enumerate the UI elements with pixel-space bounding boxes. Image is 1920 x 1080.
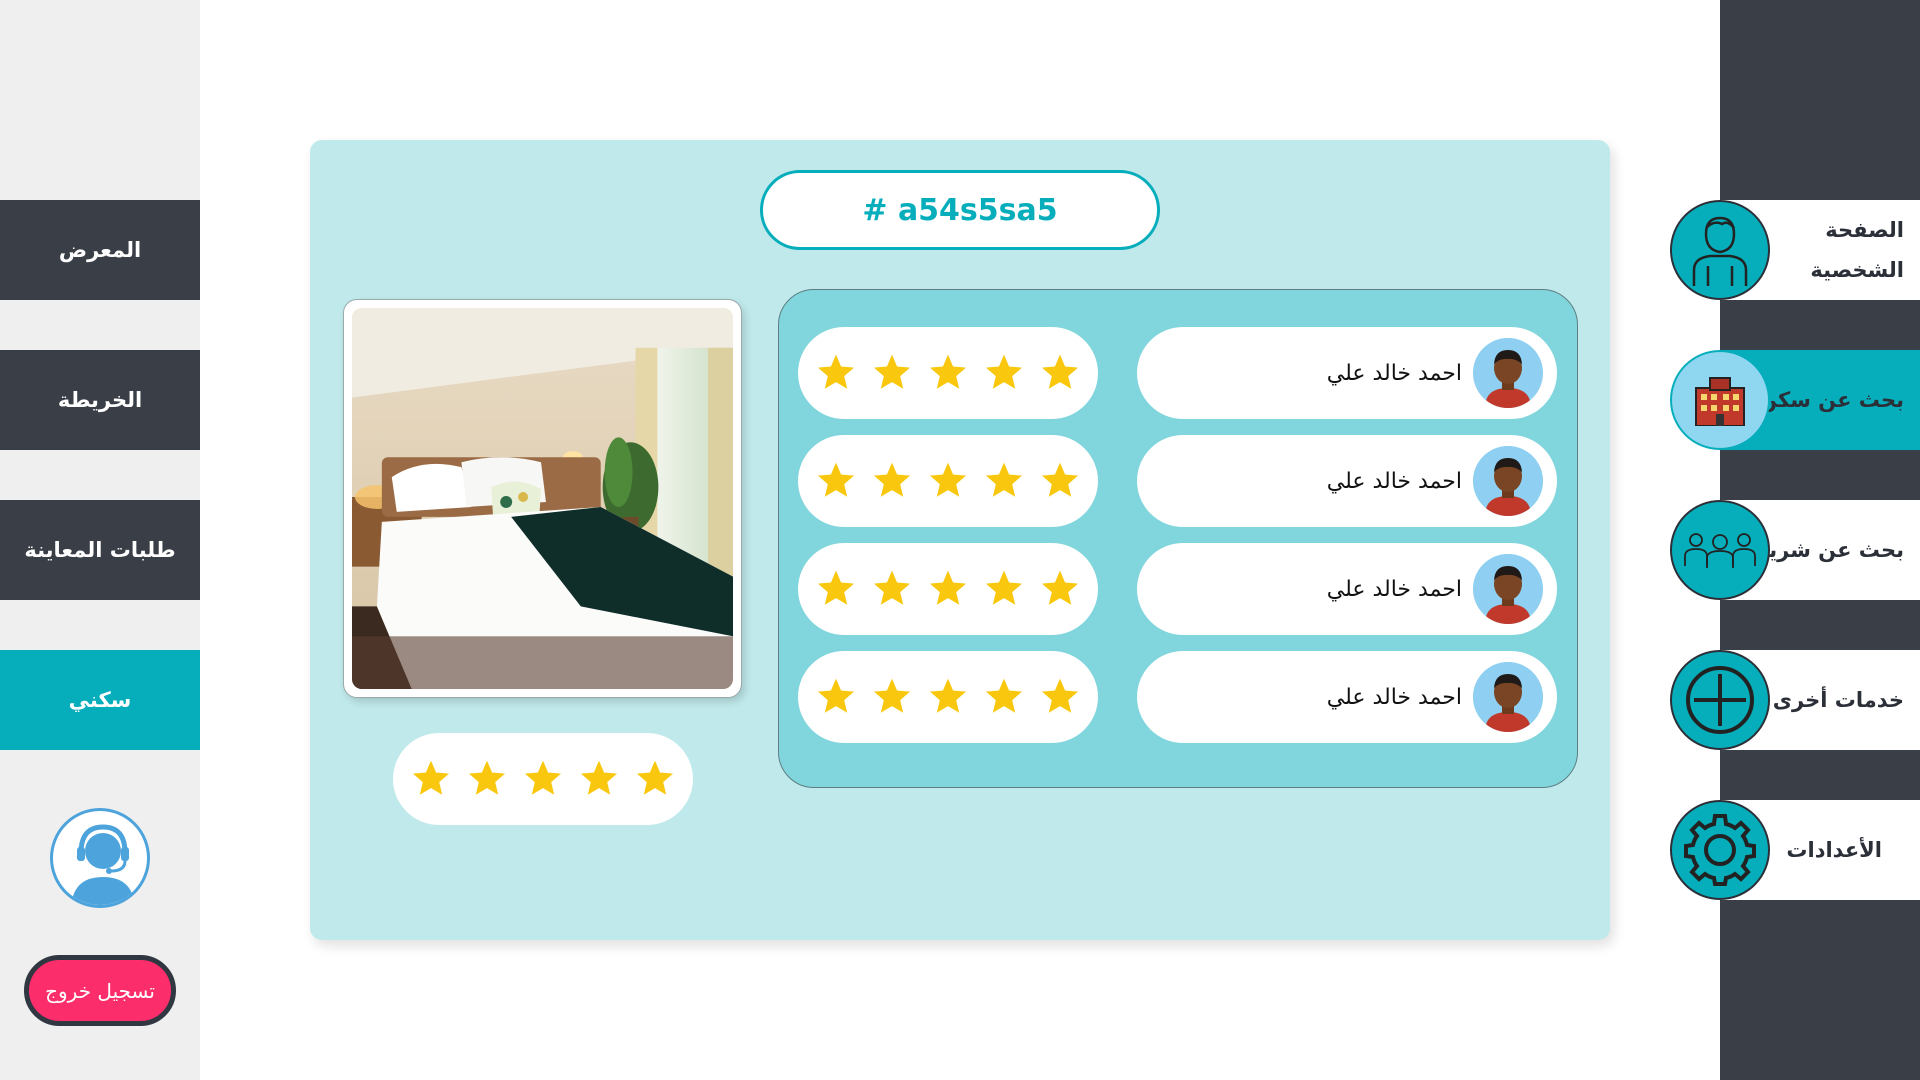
reviewer-card[interactable]: احمد خالد علي	[1137, 651, 1557, 743]
plus-circle-icon[interactable]	[1670, 650, 1770, 750]
nav-viewing-requests-label: طلبات المعاينة	[24, 538, 176, 562]
user-avatar-icon	[1473, 338, 1543, 408]
listing-id-text: # a54s5sa5	[862, 192, 1058, 228]
reviewer-card[interactable]: احمد خالد علي	[1137, 327, 1557, 419]
nav-gallery-label: المعرض	[58, 238, 142, 262]
group-people-icon[interactable]	[1670, 500, 1770, 600]
review-rating-3	[798, 543, 1098, 635]
overall-rating	[393, 733, 693, 825]
star-icon	[1041, 678, 1079, 713]
star-icon	[929, 354, 967, 389]
star-icon	[524, 760, 562, 795]
star-icon	[985, 462, 1023, 497]
star-icon	[873, 462, 911, 497]
nav-gallery[interactable]: المعرض	[0, 200, 200, 300]
nav-profile-label: الصفحة الشخصية	[1810, 218, 1904, 282]
listing-id-badge: # a54s5sa5	[760, 170, 1160, 250]
user-avatar-icon	[1473, 554, 1543, 624]
star-icon	[873, 678, 911, 713]
reviewer-name: احمد خالد علي	[1326, 468, 1462, 494]
gear-icon[interactable]	[1670, 800, 1770, 900]
support-agent-icon[interactable]	[50, 808, 150, 908]
nav-find-housing-label: بحث عن سكن	[1759, 388, 1904, 412]
reviewer-name: احمد خالد علي	[1326, 576, 1462, 602]
star-icon	[412, 760, 450, 795]
reviewer-card[interactable]: احمد خالد علي	[1137, 543, 1557, 635]
star-icon	[817, 354, 855, 389]
star-icon	[985, 354, 1023, 389]
star-icon	[1041, 462, 1079, 497]
nav-my-housing-label: سكني	[68, 688, 132, 712]
star-icon	[636, 760, 674, 795]
listing-photo-frame	[343, 299, 742, 698]
star-icon	[1041, 354, 1079, 389]
star-icon	[873, 354, 911, 389]
reviewer-name: احمد خالد علي	[1326, 360, 1462, 386]
star-icon	[468, 760, 506, 795]
review-rating-4	[798, 651, 1098, 743]
reviewer-card[interactable]: احمد خالد علي	[1137, 435, 1557, 527]
star-icon	[580, 760, 618, 795]
avatar	[1473, 338, 1543, 408]
nav-my-housing[interactable]: سكني	[0, 650, 200, 750]
star-icon	[817, 462, 855, 497]
nav-other-services-label: خدمات أخرى	[1772, 688, 1904, 712]
nav-map-label: الخريطة	[57, 388, 143, 412]
nav-settings-label: الأعدادات	[1786, 838, 1882, 862]
logout-label: تسجيل خروج	[45, 978, 155, 1003]
star-icon	[929, 570, 967, 605]
star-icon	[873, 570, 911, 605]
star-icon	[929, 678, 967, 713]
user-profile-icon[interactable]	[1670, 200, 1770, 300]
user-avatar-icon	[1473, 446, 1543, 516]
logout-button[interactable]: تسجيل خروج	[24, 955, 176, 1026]
user-avatar-icon	[1473, 662, 1543, 732]
star-icon	[929, 462, 967, 497]
star-icon	[985, 678, 1023, 713]
star-icon	[985, 570, 1023, 605]
star-icon	[1041, 570, 1079, 605]
review-rating-1	[798, 327, 1098, 419]
avatar	[1473, 662, 1543, 732]
nav-find-partner-label: بحث عن شريك	[1749, 538, 1904, 562]
nav-map[interactable]: الخريطة	[0, 350, 200, 450]
nav-viewing-requests[interactable]: طلبات المعاينة	[0, 500, 200, 600]
listing-photo[interactable]	[352, 308, 733, 689]
star-icon	[817, 678, 855, 713]
reviewer-name: احمد خالد علي	[1326, 684, 1462, 710]
building-icon[interactable]	[1670, 350, 1770, 450]
star-icon	[817, 570, 855, 605]
review-rating-2	[798, 435, 1098, 527]
avatar	[1473, 446, 1543, 516]
avatar	[1473, 554, 1543, 624]
